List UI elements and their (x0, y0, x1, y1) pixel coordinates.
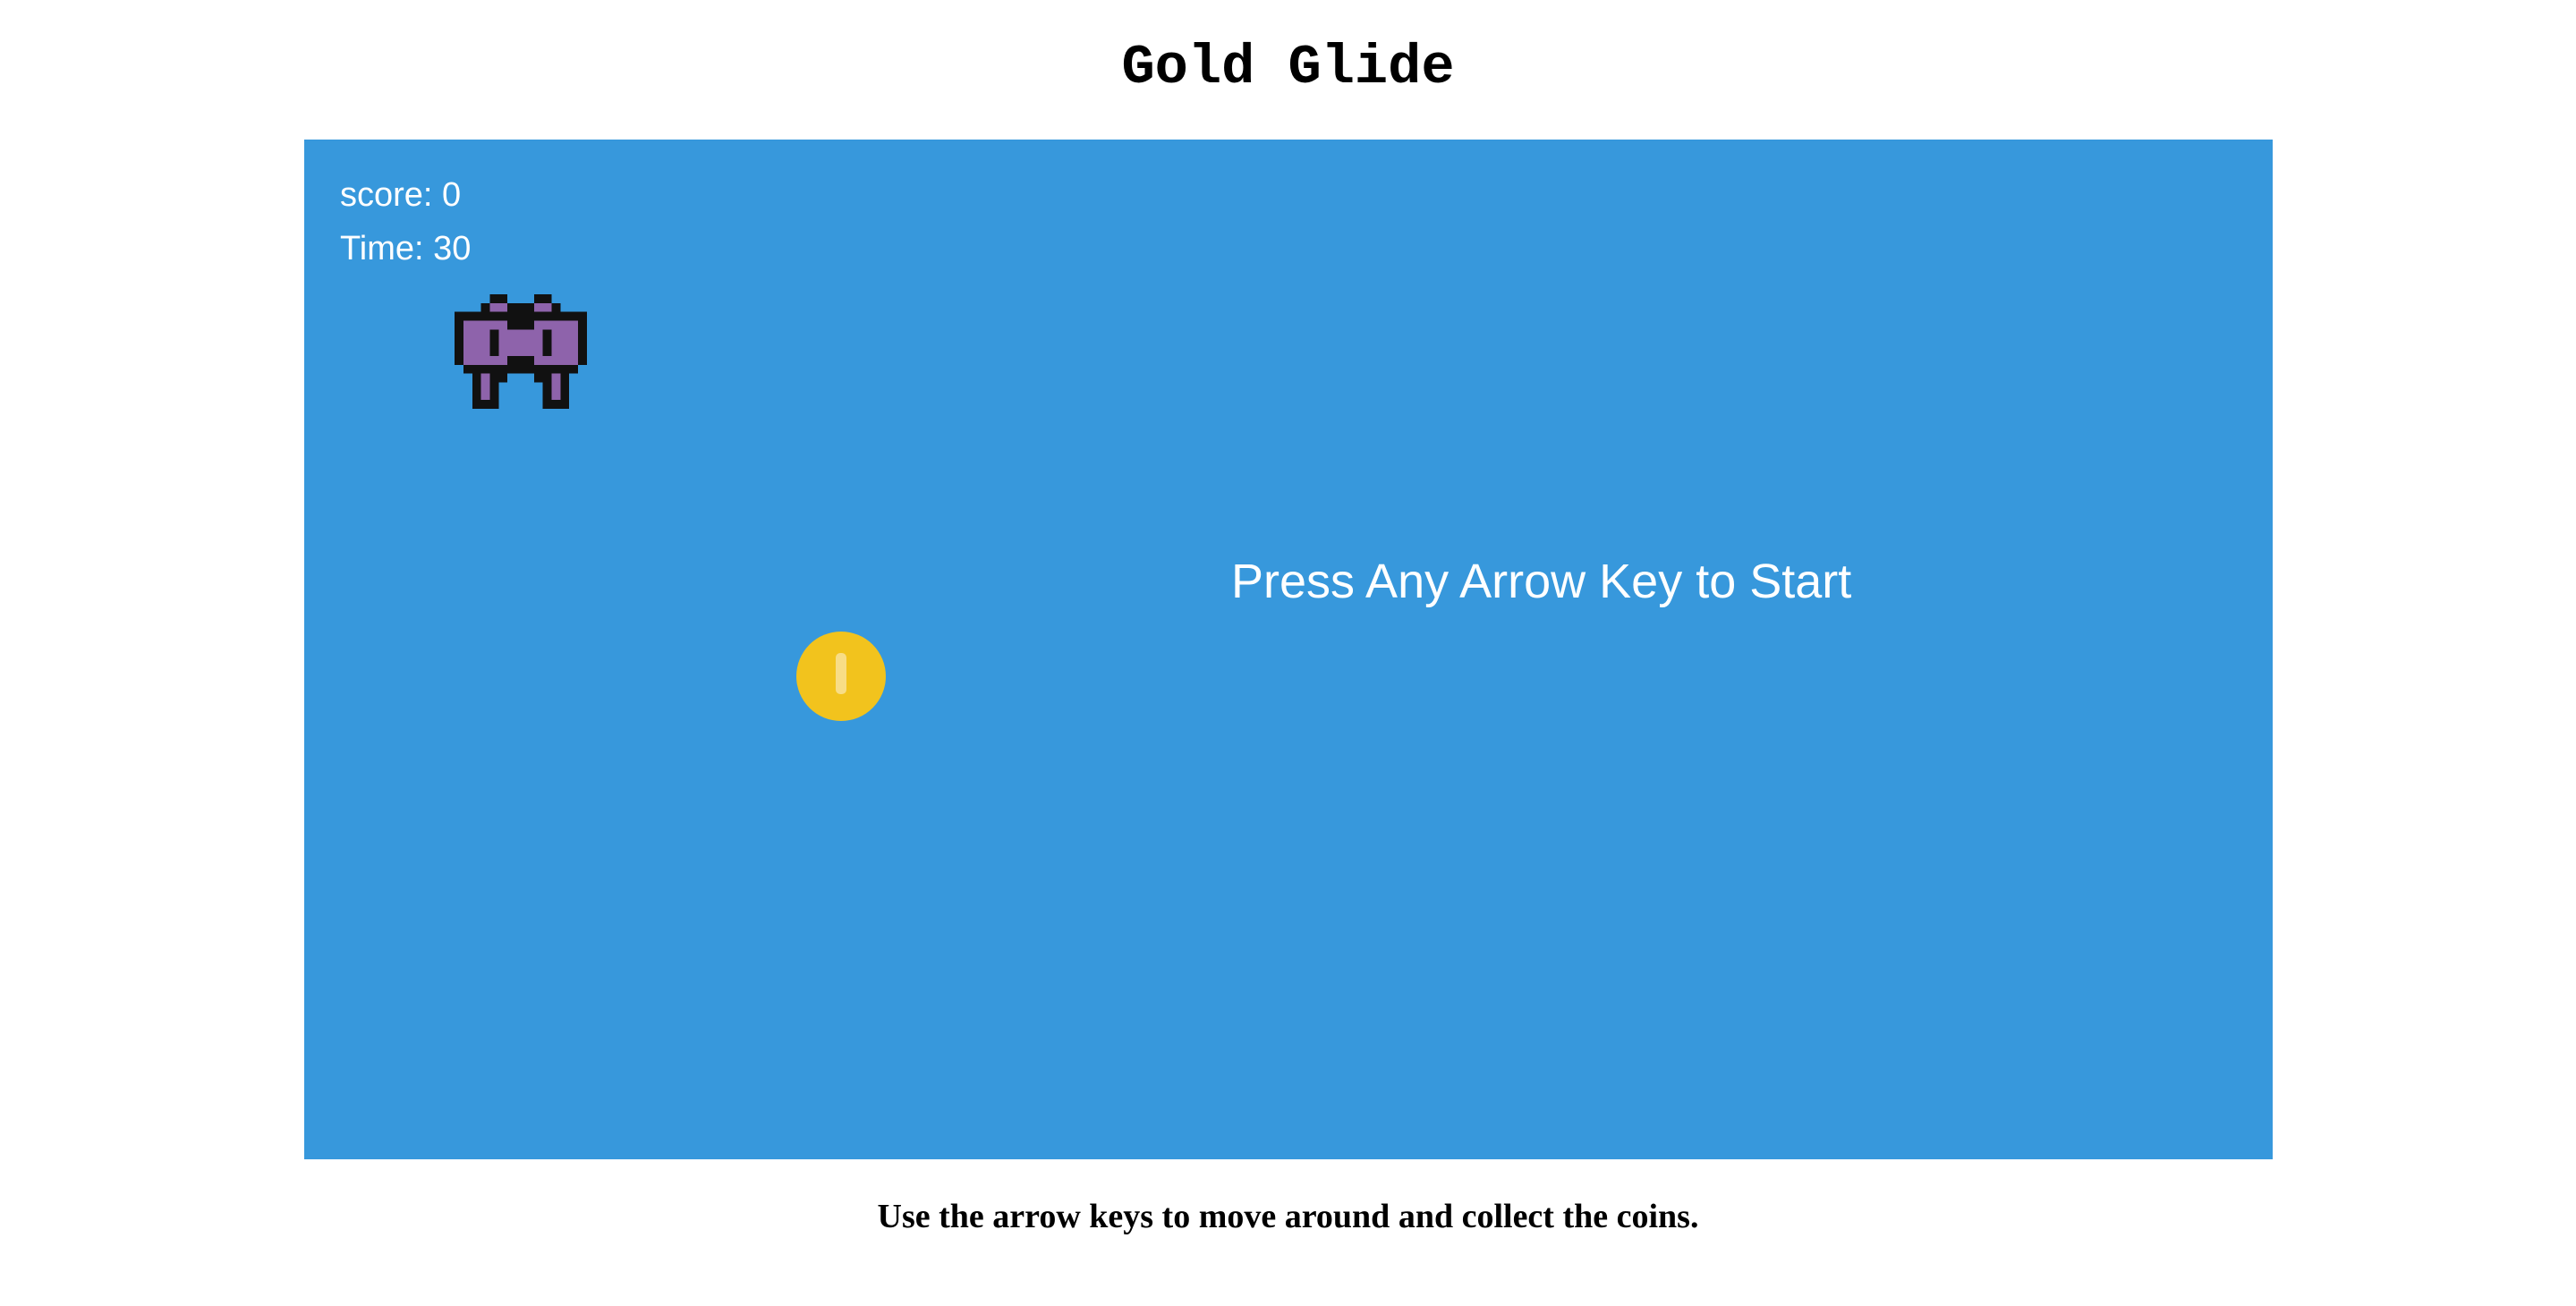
game-area[interactable]: score: 0 Time: 30 Press Any Arrow Key to… (304, 140, 2273, 1159)
player-sprite-icon (452, 294, 590, 409)
gold-coin-icon[interactable] (796, 632, 886, 721)
instructions-text: Use the arrow keys to move around and co… (877, 1198, 1699, 1235)
start-message: Press Any Arrow Key to Start (1231, 555, 1852, 608)
time-display: Time: 30 (340, 230, 472, 267)
score-display: score: 0 (340, 176, 462, 214)
game-title: Gold Glide (1121, 36, 1455, 99)
